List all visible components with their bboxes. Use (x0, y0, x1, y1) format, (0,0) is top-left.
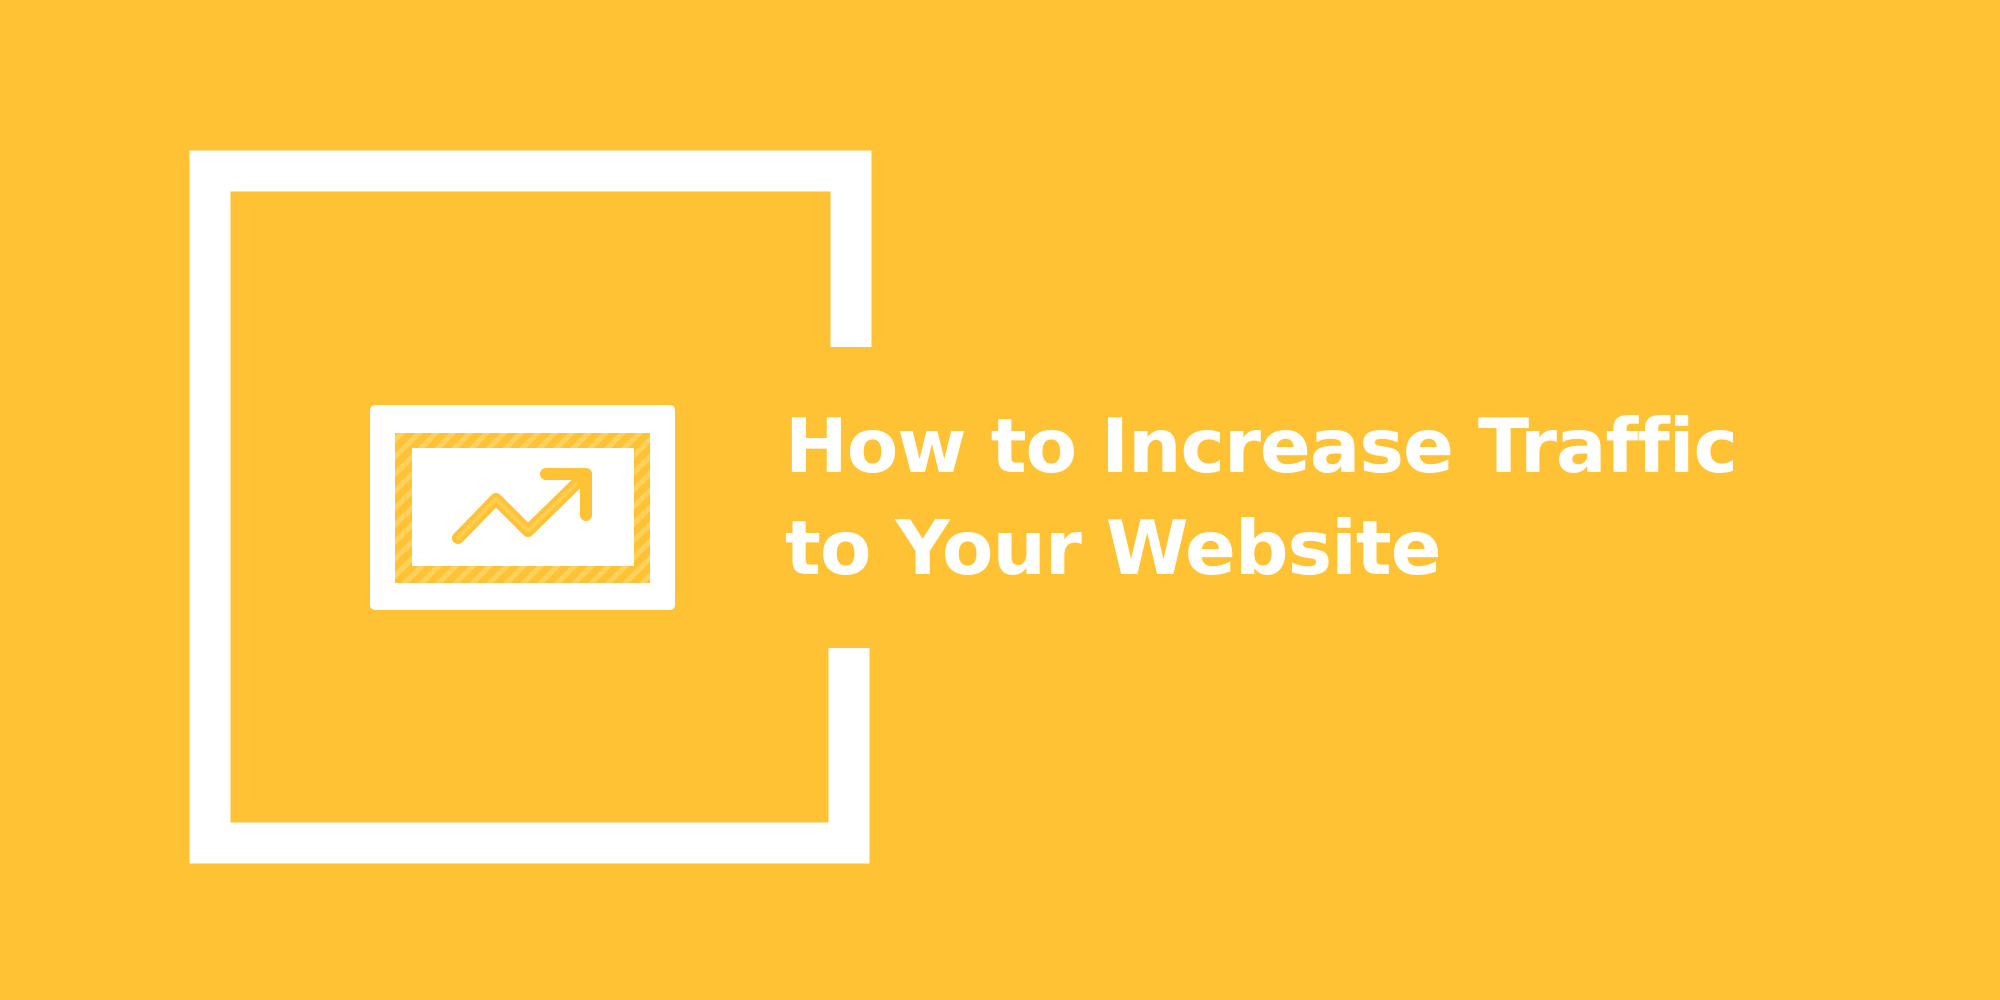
banner-title-line-1: How to Increase Traffic (785, 402, 1738, 490)
trending-up-chart-icon (370, 405, 675, 610)
banner-title: How to Increase Traffic to Your Website (785, 395, 1935, 599)
banner-background: How to Increase Traffic to Your Website (0, 0, 2000, 1000)
banner-title-line-2: to Your Website (785, 504, 1442, 592)
